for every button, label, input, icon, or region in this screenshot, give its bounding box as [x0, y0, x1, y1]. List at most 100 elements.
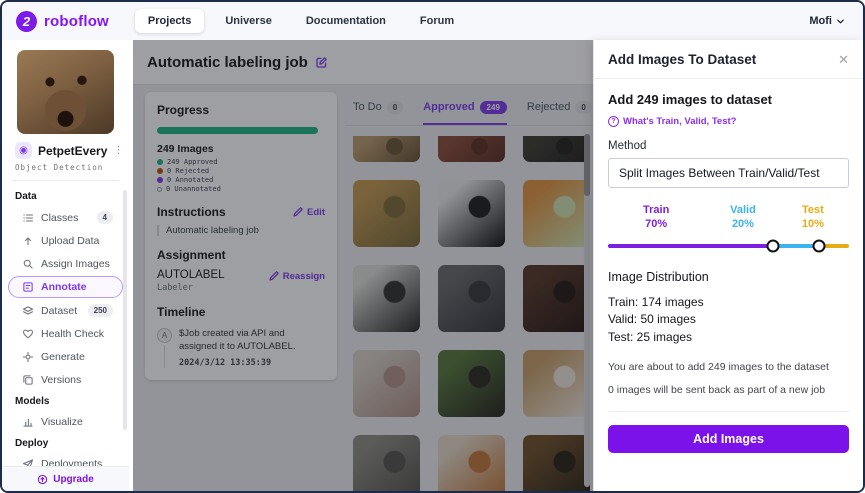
tab-approved[interactable]: Approved 249: [423, 100, 507, 125]
todo-count-badge: 0: [386, 100, 404, 114]
grid-image[interactable]: [523, 435, 590, 491]
train-count-line: Train: 174 images: [608, 295, 704, 309]
sidebar-item-label: Annotate: [41, 281, 87, 293]
sidebar-item-label: Visualize: [41, 416, 83, 428]
approved-dot: [157, 159, 163, 165]
user-name: Mofi: [809, 15, 832, 27]
classes-count-badge: 4: [96, 211, 113, 224]
grid-image[interactable]: [353, 350, 420, 417]
edit-title-icon[interactable]: [315, 56, 328, 69]
grid-image[interactable]: [523, 180, 590, 247]
annotated-dot: [157, 177, 163, 183]
panel-title: Add Images To Dataset: [608, 51, 757, 67]
legend-unannotated: 0 Unannotated: [157, 185, 325, 193]
edit-instructions-button[interactable]: Edit: [291, 206, 325, 219]
instructions-heading: Instructions: [157, 205, 226, 219]
method-label: Method: [608, 140, 647, 152]
grid-image[interactable]: [438, 350, 505, 417]
valid-test-slider-handle[interactable]: [812, 239, 826, 253]
brand-wordmark: roboflow: [44, 12, 109, 30]
add-images-panel: Add Images To Dataset ✕ Add 249 images t…: [593, 40, 863, 491]
close-icon[interactable]: ✕: [838, 53, 849, 66]
grid-image[interactable]: [353, 435, 420, 491]
progress-bar: [157, 127, 319, 134]
legend-approved: 249 Approved: [157, 158, 325, 166]
help-link[interactable]: ? What's Train, Valid, Test?: [608, 116, 849, 127]
upgrade-button[interactable]: Upgrade: [2, 466, 129, 491]
grid-image[interactable]: [438, 435, 505, 491]
sidebar-item-annotate[interactable]: Annotate: [8, 276, 123, 298]
sidebar-item-assign-images[interactable]: Assign Images: [8, 253, 123, 275]
sidebar-item-health-check[interactable]: Health Check: [8, 323, 123, 345]
sidebar-item-label: Upload Data: [41, 235, 100, 247]
grid-image[interactable]: [438, 136, 505, 162]
top-navbar: 2 roboflow Projects Universe Documentati…: [2, 2, 863, 40]
rejected-count-badge: 0: [575, 100, 592, 114]
nav-tab-projects[interactable]: Projects: [134, 9, 205, 33]
assignment-heading: Assignment: [157, 248, 226, 262]
valid-count-line: Valid: 50 images: [608, 312, 696, 327]
grid-scrollbar[interactable]: [584, 134, 590, 487]
review-zone: To Do 0 Approved 249 Rejected 0: [345, 86, 593, 491]
top-nav: Projects Universe Documentation Forum: [134, 9, 467, 33]
add-images-button[interactable]: Add Images: [608, 425, 849, 454]
upgrade-label: Upgrade: [53, 473, 94, 485]
split-slider: Train 70% Valid 20% Test 10%: [608, 204, 849, 253]
sidebar-item-classes[interactable]: Classes 4: [8, 206, 123, 229]
divider: [12, 180, 119, 181]
reassign-button[interactable]: Reassign: [267, 270, 325, 283]
nav-tab-universe[interactable]: Universe: [212, 9, 284, 33]
train-split-label: Train 70%: [643, 204, 670, 230]
health-heart-icon: [22, 328, 34, 340]
project-menu-kebab-icon[interactable]: ⋮: [113, 145, 123, 156]
image-count: 249 Images: [157, 143, 214, 155]
test-count-line: Test: 25 images: [608, 329, 693, 344]
chart-bars-icon: [22, 416, 34, 428]
grid-image[interactable]: [353, 136, 420, 162]
search-icon: [22, 258, 34, 270]
main-content-area: Automatic labeling job Progress 249 Imag…: [129, 40, 593, 491]
add-summary-note: You are about to add 249 images to the d…: [608, 361, 829, 374]
grid-scrollbar-thumb[interactable]: [584, 134, 590, 196]
train-valid-slider-handle[interactable]: [766, 239, 780, 253]
grid-image[interactable]: [438, 180, 505, 247]
job-body: Progress 249 Images 249 Approved 0 Rejec…: [133, 86, 593, 491]
grid-image[interactable]: [353, 180, 420, 247]
approved-count-badge: 249: [479, 100, 507, 114]
upgrade-icon: [38, 474, 48, 484]
timeline-entry: A $Job created via API and assigned it t…: [157, 328, 325, 368]
nav-tab-documentation[interactable]: Documentation: [293, 9, 399, 33]
image-grid: [353, 136, 593, 491]
sidebar-item-upload-data[interactable]: Upload Data: [8, 230, 123, 252]
upload-icon: [22, 235, 34, 247]
roboflow-logo[interactable]: 2 roboflow: [16, 10, 109, 32]
method-select[interactable]: Split Images Between Train/Valid/Test: [608, 158, 849, 188]
grid-image[interactable]: [523, 265, 590, 332]
assignee-name: AUTOLABEL: [157, 269, 225, 281]
grid-image[interactable]: [438, 265, 505, 332]
sidebar-section-data: Data: [15, 191, 37, 202]
dataset-count-badge: 250: [87, 304, 113, 317]
sidebar-item-versions[interactable]: Versions: [8, 369, 123, 391]
nav-tab-forum[interactable]: Forum: [407, 9, 467, 33]
grid-image[interactable]: [523, 350, 590, 417]
sidebar-item-visualize[interactable]: Visualize: [8, 411, 123, 433]
dataset-layers-icon: [22, 305, 34, 317]
sidebar-scrollbar[interactable]: [123, 190, 127, 430]
grid-image[interactable]: [353, 265, 420, 332]
project-name: PetpetEvery: [38, 143, 108, 158]
grid-image[interactable]: [523, 136, 590, 162]
tab-todo[interactable]: To Do 0: [353, 100, 404, 125]
test-split-label: Test 10%: [801, 204, 824, 230]
timeline-avatar: A: [157, 328, 172, 343]
sidebar-item-dataset[interactable]: Dataset 250: [8, 299, 123, 322]
progress-heading: Progress: [157, 103, 210, 117]
timeline-heading: Timeline: [157, 305, 206, 319]
annotate-icon: [22, 281, 34, 293]
sidebar-item-label: Versions: [41, 374, 82, 386]
tab-rejected[interactable]: Rejected 0: [527, 100, 592, 125]
versions-copy-icon: [22, 374, 34, 386]
user-menu[interactable]: Mofi: [809, 15, 845, 27]
rejected-dot: [157, 168, 163, 174]
sidebar-item-generate[interactable]: Generate: [8, 346, 123, 368]
